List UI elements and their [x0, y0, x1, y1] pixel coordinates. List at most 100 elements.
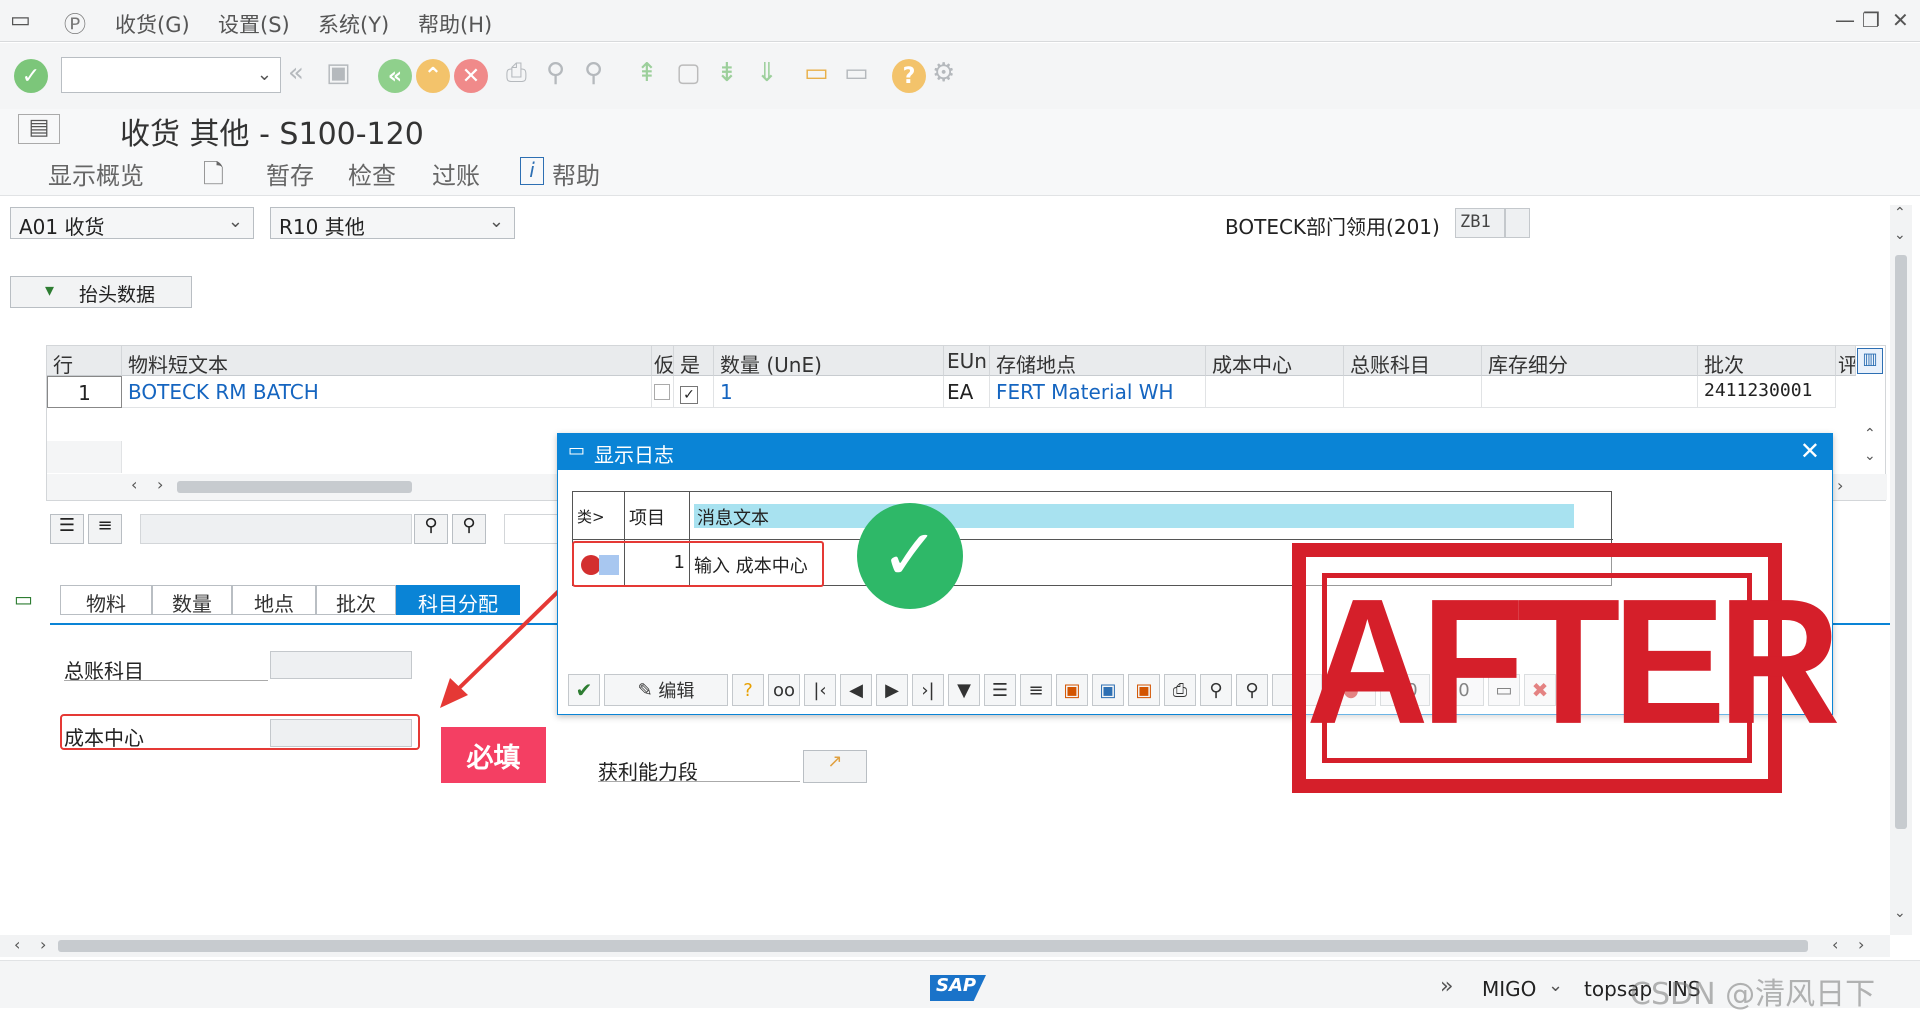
create-session-icon[interactable]: ▭ [804, 58, 829, 88]
find-next-icon[interactable]: ⚲ [1236, 674, 1268, 706]
minimize-icon[interactable]: — [1835, 8, 1855, 32]
col-quantity[interactable]: 数量 (UnE) [714, 346, 944, 376]
col-cost-center[interactable]: 成本中心 [1206, 346, 1344, 376]
check-button[interactable]: 检查 [348, 156, 396, 191]
sort-desc-icon[interactable]: ≡ [1020, 674, 1052, 706]
new-document-icon[interactable]: 🗋 [203, 156, 224, 200]
col-flag2[interactable]: 是 [674, 346, 714, 376]
dialog-menu-icon[interactable]: ▭ [568, 440, 585, 461]
row-cost-center[interactable] [1206, 376, 1344, 408]
filter-list-icon[interactable]: ≡ [88, 514, 122, 544]
print-icon[interactable]: ⎙ [506, 58, 527, 89]
app-menu-icon[interactable]: ▭ [10, 8, 31, 33]
col-gl-account[interactable]: 总账科目 [1344, 346, 1482, 376]
sort-icon[interactable]: ☰ [984, 674, 1016, 706]
enter-icon[interactable]: ✓ [14, 59, 48, 93]
filter-icon[interactable]: ▼ [948, 674, 980, 706]
copy-icon[interactable]: ▣ [1092, 674, 1124, 706]
post-button[interactable]: 过账 [432, 156, 480, 191]
edit-button[interactable]: ✎ 编辑 [604, 674, 728, 706]
row-line[interactable]: 1 [47, 376, 122, 408]
row-flag2-checkbox[interactable]: ✓ [674, 376, 714, 408]
col-storage-location[interactable]: 存储地点 [990, 346, 1206, 376]
help-icon[interactable]: ? [732, 674, 764, 706]
header-data-button[interactable]: ▾ 抬头数据 [10, 276, 192, 308]
vertical-scrollbar[interactable]: ⌃ ⌄ ⌄ [1890, 205, 1912, 935]
chevron-down-icon[interactable]: ⌄ [1548, 975, 1563, 996]
previous-icon[interactable]: ◀ [840, 674, 872, 706]
last-icon[interactable]: ›| [912, 674, 944, 706]
expand-status-icon[interactable]: » [1440, 974, 1453, 999]
row-batch[interactable]: 2411230001 [1698, 376, 1836, 408]
save-icon[interactable]: ▣ [326, 58, 351, 88]
find-icon[interactable]: ⚲ [414, 514, 448, 544]
find-icon[interactable]: ⚲ [1200, 674, 1232, 706]
restore-icon[interactable]: ❐ [1862, 8, 1880, 32]
table-settings-icon[interactable]: ▥ [1857, 348, 1883, 374]
row-stock-segment[interactable] [1482, 376, 1698, 408]
back-double-icon[interactable]: « [288, 58, 304, 88]
export-icon[interactable]: ▣ [1056, 674, 1088, 706]
profit-segment-button[interactable]: ↗ [803, 750, 867, 783]
align-icon[interactable]: ☰ [50, 514, 84, 544]
hold-button[interactable]: 暂存 [266, 156, 314, 191]
first-icon[interactable]: |‹ [804, 674, 836, 706]
shortcut-icon[interactable]: ▭ [844, 58, 869, 88]
col-material-text[interactable]: 物料短文本 [122, 346, 652, 376]
row-storage-location[interactable]: FERT Material WH [990, 376, 1206, 408]
screen-menu-icon[interactable]: ▤ [18, 114, 60, 144]
col-batch[interactable]: 批次 [1698, 346, 1836, 376]
row-quantity[interactable]: 1 [714, 376, 944, 408]
row-unit[interactable]: EA [944, 376, 990, 408]
table-scroll-right-icon[interactable]: › [1837, 476, 1843, 495]
menu-system[interactable]: 系统(Y) [318, 9, 389, 39]
col-flag1[interactable]: 仮 [652, 346, 674, 376]
close-icon[interactable]: ✕ [1800, 437, 1820, 465]
menu-settings[interactable]: 设置(S) [218, 9, 290, 39]
row-gl-account[interactable] [1344, 376, 1482, 408]
col-line[interactable]: 行 [47, 346, 122, 376]
help-icon[interactable]: ? [892, 59, 926, 93]
log-col-item[interactable]: 项目 [625, 492, 690, 539]
tab-location[interactable]: 地点 [232, 585, 316, 616]
close-window-icon[interactable]: ✕ [1892, 8, 1909, 32]
tab-material[interactable]: 物料 [60, 585, 152, 616]
gl-account-input[interactable] [270, 651, 412, 679]
horizontal-scrollbar[interactable]: ‹ › ‹ › [0, 935, 1890, 957]
back-icon[interactable]: « [378, 59, 412, 93]
table-scroll-down-icon[interactable]: ⌄ [1864, 448, 1876, 464]
menu-goods-receipt[interactable]: 收货(G) [115, 9, 190, 39]
row-flag1[interactable] [652, 376, 674, 408]
show-overview-button[interactable]: 显示概览 [48, 156, 144, 191]
reference-select[interactable]: R10 其他 ⌄ [270, 207, 515, 239]
find-next-icon[interactable]: ⚲ [584, 58, 603, 88]
last-page-icon[interactable]: ⇓ [756, 58, 778, 88]
command-field[interactable]: ⌄ [61, 57, 281, 93]
help-button[interactable]: 帮助 [552, 156, 600, 191]
cancel-icon[interactable]: ✕ [454, 59, 488, 93]
first-page-icon[interactable]: ⇞ [636, 58, 658, 88]
previous-page-icon[interactable]: ▢ [676, 58, 701, 88]
tab-batch[interactable]: 批次 [316, 585, 396, 616]
tab-quantity[interactable]: 数量 [152, 585, 232, 616]
next-page-icon[interactable]: ⇟ [716, 58, 738, 88]
find-next-icon[interactable]: ⚲ [452, 514, 486, 544]
continue-icon[interactable]: ✔ [568, 674, 600, 706]
print-icon[interactable]: ⎙ [1164, 674, 1196, 706]
next-icon[interactable]: ▶ [876, 674, 908, 706]
cost-center-input[interactable] [270, 719, 412, 747]
table-scroll-up-icon[interactable]: ⌃ [1864, 426, 1876, 442]
log-col-type[interactable]: 类> [573, 492, 625, 539]
col-unit[interactable]: EUn [944, 346, 990, 376]
row-material-text[interactable]: BOTECK RM BATCH [122, 376, 652, 408]
menu-help[interactable]: 帮助(H) [418, 9, 492, 39]
exit-icon[interactable]: ⌃ [416, 59, 450, 93]
action-select[interactable]: A01 收货 ⌄ [10, 207, 254, 239]
collapse-detail-icon[interactable]: ▭ [14, 587, 33, 611]
find-icon[interactable]: ⚲ [546, 58, 565, 88]
layout-icon[interactable]: ▣ [1128, 674, 1160, 706]
p-icon[interactable]: Ⓟ [64, 7, 86, 39]
gear-icon[interactable]: ⚙ [932, 58, 955, 88]
col-stock-segment[interactable]: 库存细分 [1482, 346, 1698, 376]
glasses-icon[interactable]: oo [768, 674, 800, 706]
